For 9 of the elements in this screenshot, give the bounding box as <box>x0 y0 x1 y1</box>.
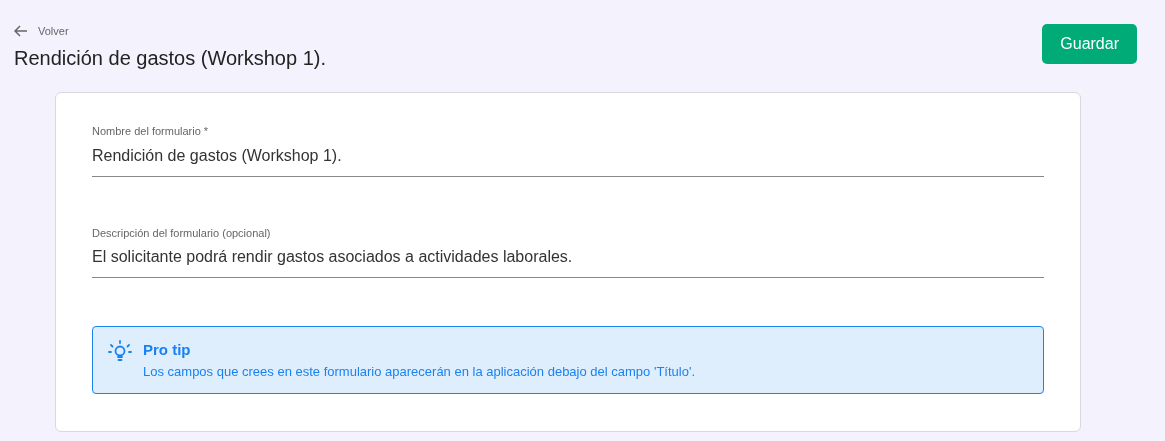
field-label: Nombre del formulario * <box>92 124 210 139</box>
input-field[interactable]: El solicitante podrá rendir gastos asociados a actividades laborales. <box>92 245 1044 278</box>
tip-title: Pro tip <box>143 340 192 360</box>
back-arrow-icon <box>14 25 28 37</box>
input-field[interactable]: Rendición de gastos (Workshop 1). <box>92 143 1044 177</box>
page-title: Rendición de gastos (Workshop 1). <box>14 46 326 70</box>
back-link[interactable]: Volver <box>14 22 69 40</box>
field-label: Descripción del formulario (opcional) <box>92 225 272 241</box>
tip-text: Los campos que crees en este formulario aparecerán en la aplicación debajo del campo 'Título'. <box>143 362 695 381</box>
